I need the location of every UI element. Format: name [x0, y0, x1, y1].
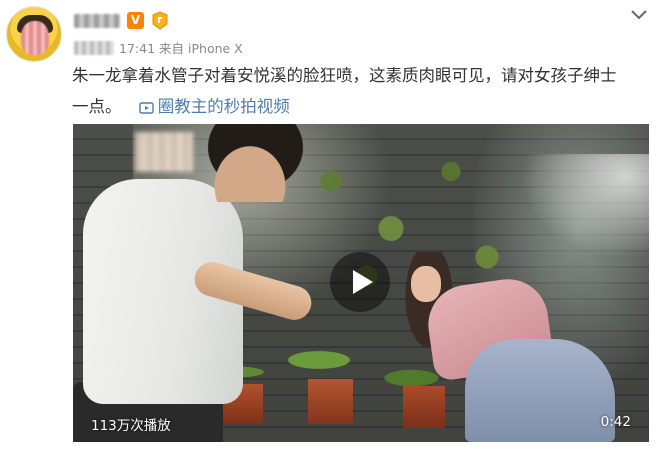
post-content: 朱一龙拿着水管子对着安悦溪的脸狂喷，这素质肉眼可见，请对女孩子绅士一点。 圈教主… — [72, 60, 632, 122]
post-meta: 17:41 来自 iPhone X — [119, 41, 243, 57]
video-link-label: 圈教主的秒拍视频 — [157, 97, 290, 116]
weibo-post: V 17:41 来自 iPhone X 朱一龙拿着水管子对着安悦溪的脸狂喷，这素… — [0, 0, 664, 462]
meta-blurred — [74, 41, 114, 55]
username-blurred[interactable] — [74, 14, 120, 28]
post-source-device: iPhone X — [188, 41, 243, 56]
play-count: 113万次播放 — [91, 418, 171, 434]
post-source-prefix: 来自 — [159, 41, 185, 56]
video-player[interactable]: 113万次播放 0:42 — [73, 124, 649, 442]
verified-v-icon: V — [127, 12, 144, 29]
avatar-face-blurred — [21, 21, 49, 55]
video-camera-icon — [139, 102, 154, 114]
video-link[interactable]: 圈教主的秒拍视频 — [127, 97, 290, 116]
video-duration: 0:42 — [600, 414, 631, 430]
avatar[interactable] — [6, 6, 62, 62]
play-icon — [353, 270, 373, 294]
play-button[interactable] — [330, 252, 390, 312]
video-scene-water — [513, 154, 649, 264]
video-person-woman-face — [411, 266, 441, 302]
level-badge-icon — [152, 11, 168, 30]
post-time[interactable]: 17:41 — [119, 41, 155, 56]
video-person-woman-skirt — [465, 339, 615, 442]
video-mosaic-blur — [135, 132, 193, 172]
video-person-man-head — [195, 124, 305, 202]
chevron-down-icon[interactable] — [628, 6, 650, 24]
